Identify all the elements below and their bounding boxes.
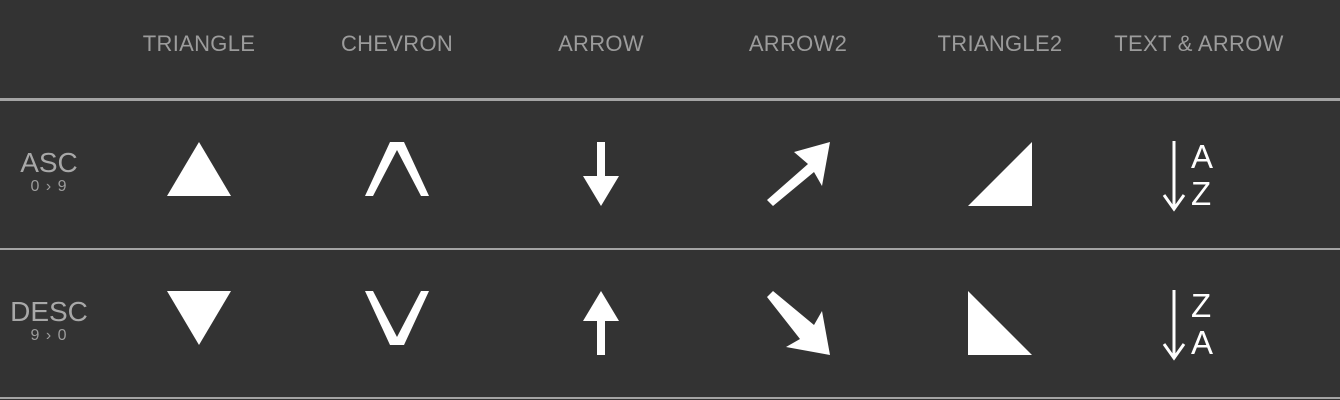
row-label-sub: 9 › 0 bbox=[30, 327, 68, 344]
column-header-text-arrow: TEXT & ARROW bbox=[1114, 31, 1284, 56]
row-label-asc: ASC 0 › 9 bbox=[0, 148, 98, 196]
triangle2-down-icon[interactable] bbox=[960, 283, 1040, 363]
chevron-down-icon[interactable] bbox=[357, 283, 437, 363]
arrow-down-icon[interactable] bbox=[561, 134, 641, 214]
row-label-main: ASC bbox=[20, 147, 78, 178]
sort-letter-top: Z bbox=[1191, 287, 1212, 324]
column-header-triangle: TRIANGLE bbox=[142, 31, 256, 56]
sort-letter-bottom: Z bbox=[1191, 175, 1212, 212]
row-desc: DESC 9 › 0 Z A bbox=[0, 250, 1340, 397]
row-label-sub: 0 › 9 bbox=[30, 178, 68, 195]
row-asc: ASC 0 › 9 A Z bbox=[0, 101, 1340, 248]
text-arrow-down-icon[interactable]: Z A bbox=[1159, 283, 1239, 363]
arrow-up-right-icon[interactable] bbox=[758, 134, 838, 214]
column-header-arrow2: ARROW2 bbox=[748, 31, 848, 56]
sort-letter-top: A bbox=[1191, 138, 1214, 175]
arrow-up-icon[interactable] bbox=[561, 283, 641, 363]
text-arrow-down-icon[interactable]: A Z bbox=[1159, 134, 1239, 214]
sort-letter-bottom: A bbox=[1191, 324, 1214, 361]
header-row: TRIANGLE CHEVRON ARROW ARROW2 TRIANGLE2 … bbox=[0, 0, 1340, 98]
triangle-up-icon[interactable] bbox=[159, 134, 239, 214]
chevron-up-icon[interactable] bbox=[357, 134, 437, 214]
column-header-chevron: CHEVRON bbox=[340, 31, 454, 56]
column-header-triangle2: TRIANGLE2 bbox=[937, 31, 1063, 56]
row-label-desc: DESC 9 › 0 bbox=[0, 297, 98, 345]
bottom-divider bbox=[0, 397, 1340, 399]
row-label-main: DESC bbox=[10, 296, 88, 327]
triangle-down-icon[interactable] bbox=[159, 283, 239, 363]
arrow-down-right-icon[interactable] bbox=[758, 283, 838, 363]
triangle2-up-icon[interactable] bbox=[960, 134, 1040, 214]
column-header-arrow: ARROW bbox=[558, 31, 644, 56]
